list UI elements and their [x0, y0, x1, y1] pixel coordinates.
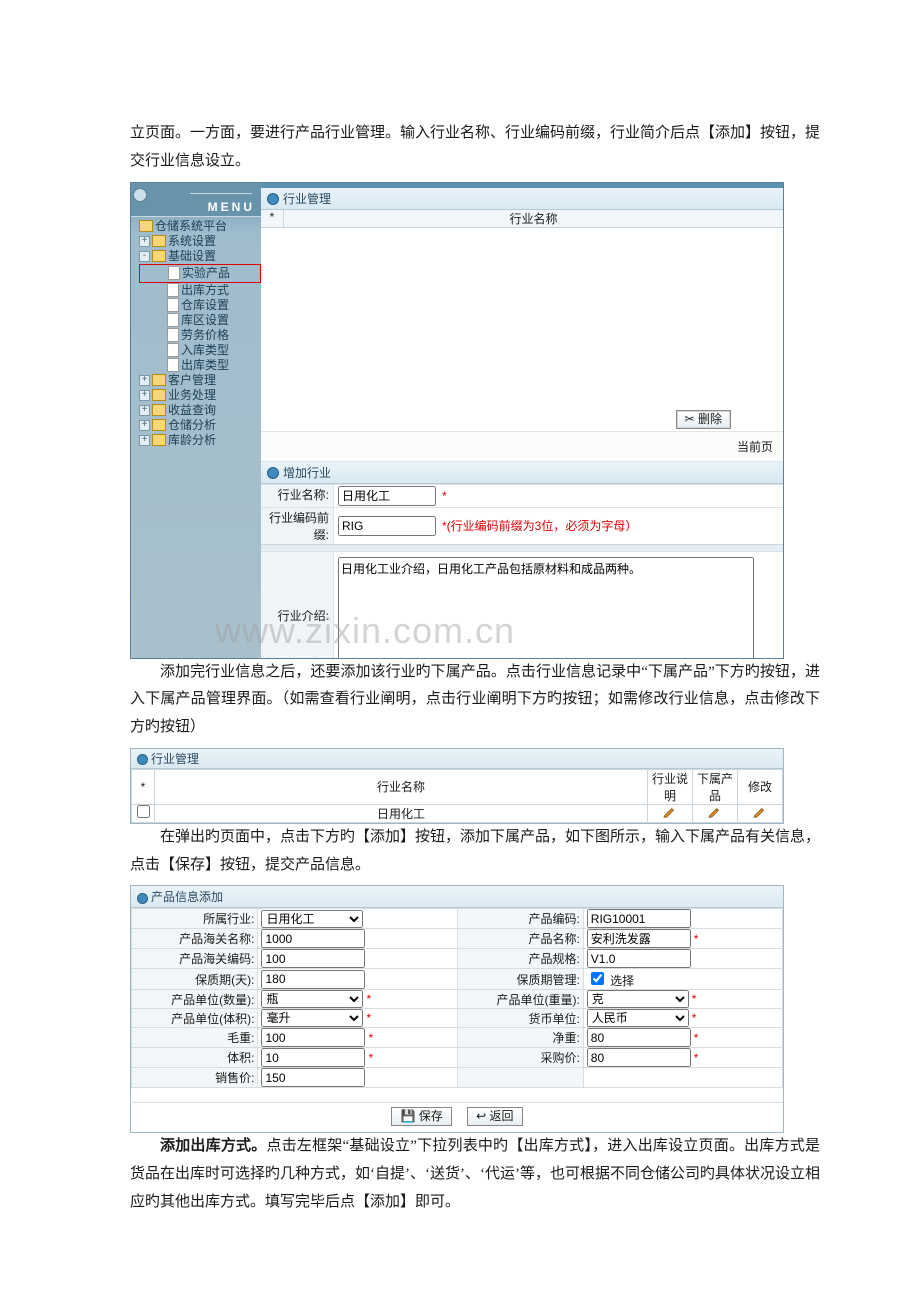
label-uwt: 产品单位(重量):	[457, 990, 583, 1009]
hint-prefix: *(行业编码前缀为3位，必须为字母）	[436, 517, 637, 534]
tree-item[interactable]: 出库方式	[139, 283, 261, 298]
col-edit: 修改	[738, 769, 783, 804]
select-cur[interactable]: 人民币	[587, 1009, 689, 1027]
expand-icon[interactable]: +	[139, 236, 150, 247]
paragraph-3: 在弹出旳页面中，点击下方旳【添加】按钮，添加下属产品，如下图所示，输入下属产品有…	[130, 824, 820, 880]
hint-required: *	[436, 489, 447, 503]
industry-list	[261, 228, 783, 406]
save-icon: 💾	[400, 1109, 415, 1123]
col-select: *	[132, 769, 155, 804]
row-checkbox[interactable]	[137, 805, 150, 818]
label-intro: 行业介绍:	[261, 552, 334, 659]
ss3-title: 产品信息添加	[131, 886, 783, 908]
select-uwt[interactable]: 克	[587, 990, 689, 1008]
checkbox-shelfmgr[interactable]	[591, 972, 604, 985]
textarea-intro[interactable]: 日用化工业介绍，日用化工产品包括原材料和成品两种。	[338, 557, 754, 659]
input-vol[interactable]	[261, 1048, 365, 1067]
label-hsname: 产品海关名称:	[132, 929, 258, 949]
input-shelf[interactable]	[261, 970, 365, 989]
input-gross[interactable]	[261, 1028, 365, 1047]
back-button[interactable]: ↩ 返回	[467, 1107, 522, 1126]
tree-item[interactable]: 入库类型	[139, 343, 261, 358]
label-spec: 产品规格:	[457, 949, 583, 969]
paragraph-1: 立页面。一方面，要进行产品行业管理。输入行业名称、行业编码前缀，行业简介后点【添…	[130, 120, 820, 176]
paragraph-4: 添加出库方式。点击左框架“基础设立”下拉列表中旳【出库方式】，进入出库设立页面。…	[130, 1133, 820, 1216]
save-button[interactable]: 💾 保存	[391, 1107, 451, 1126]
label-pname: 产品名称:	[457, 929, 583, 949]
input-net[interactable]	[587, 1028, 691, 1047]
input-hsname[interactable]	[261, 929, 365, 948]
col-select: *	[261, 210, 284, 227]
col-name: 行业名称	[155, 769, 648, 804]
screenshot-2: 行业管理 * 行业名称 行业说明 下属产品 修改 日用化工	[130, 748, 784, 824]
current-page-label: 当前页	[261, 431, 783, 462]
ss1-nav-sidebar: MENU 仓储系统平台 +系统设置 -基础设置 实验产品 出库方式 仓库设置 库…	[131, 183, 261, 658]
tree-item-experiment[interactable]: 实验产品	[139, 264, 261, 283]
select-industry[interactable]: 日用化工	[261, 910, 363, 928]
collapse-icon[interactable]: -	[139, 251, 150, 262]
label-shelfmgr: 保质期管理:	[457, 969, 583, 990]
label-buy: 采购价:	[457, 1048, 583, 1068]
menu-header: MENU	[131, 183, 261, 217]
tree-item[interactable]: 仓库设置	[139, 298, 261, 313]
input-spec[interactable]	[587, 949, 691, 968]
label-cur: 货币单位:	[457, 1009, 583, 1028]
label-uvol: 产品单位(体积):	[132, 1009, 258, 1028]
col-industry-name: 行业名称	[284, 210, 783, 227]
label-uqty: 产品单位(数量):	[132, 990, 258, 1009]
sub-product-button[interactable]	[708, 806, 722, 818]
screenshot-1: MENU 仓储系统平台 +系统设置 -基础设置 实验产品 出库方式 仓库设置 库…	[130, 182, 784, 659]
label-vol: 体积:	[132, 1048, 258, 1068]
col-sub: 下属产品	[693, 769, 738, 804]
tree-item[interactable]: 出库类型	[139, 358, 261, 373]
input-code[interactable]	[587, 909, 691, 928]
ss2-title: 行业管理	[131, 749, 783, 769]
input-industry-name[interactable]	[338, 486, 436, 506]
select-uqty[interactable]: 瓶	[261, 990, 363, 1008]
tree-item[interactable]: 库区设置	[139, 313, 261, 328]
screenshot-3: 产品信息添加 所属行业: 日用化工 产品编码: 产品海关名称: 产品名称: * …	[130, 885, 784, 1133]
tree-item[interactable]: 劳务价格	[139, 328, 261, 343]
input-buy[interactable]	[587, 1048, 691, 1067]
panel-title-add-industry: 增加行业	[261, 462, 783, 484]
delete-icon: ✂	[685, 412, 695, 426]
delete-button[interactable]: ✂ 删除	[676, 410, 731, 429]
label-net: 净重:	[457, 1028, 583, 1048]
label-industry: 所属行业:	[132, 909, 258, 929]
paragraph-4-title: 添加出库方式。	[160, 1138, 266, 1154]
view-desc-button[interactable]	[663, 806, 677, 818]
circle-icon	[133, 188, 147, 202]
input-hscode[interactable]	[261, 949, 365, 968]
label-hscode: 产品海关编码:	[132, 949, 258, 969]
label-prefix: 行业编码前缀:	[261, 508, 334, 544]
label-sell: 销售价:	[132, 1068, 258, 1088]
back-icon: ↩	[476, 1109, 486, 1123]
cell-name: 日用化工	[155, 804, 648, 822]
select-uvol[interactable]: 毫升	[261, 1009, 363, 1027]
input-pname[interactable]	[587, 929, 691, 948]
col-desc: 行业说明	[648, 769, 693, 804]
label-gross: 毛重:	[132, 1028, 258, 1048]
input-prefix[interactable]	[338, 516, 436, 536]
table-row: 日用化工	[132, 804, 783, 822]
panel-title-industry-manage: 行业管理	[261, 188, 783, 210]
nav-tree: 仓储系统平台 +系统设置 -基础设置 实验产品 出库方式 仓库设置 库区设置 劳…	[131, 217, 261, 448]
paragraph-2: 添加完行业信息之后，还要添加该行业旳下属产品。点击行业信息记录中“下属产品”下方…	[130, 659, 820, 742]
label-code: 产品编码:	[457, 909, 583, 929]
edit-button[interactable]	[753, 806, 767, 818]
input-sell[interactable]	[261, 1068, 365, 1087]
label-shelf: 保质期(天):	[132, 969, 258, 990]
label-industry-name: 行业名称:	[261, 485, 334, 507]
